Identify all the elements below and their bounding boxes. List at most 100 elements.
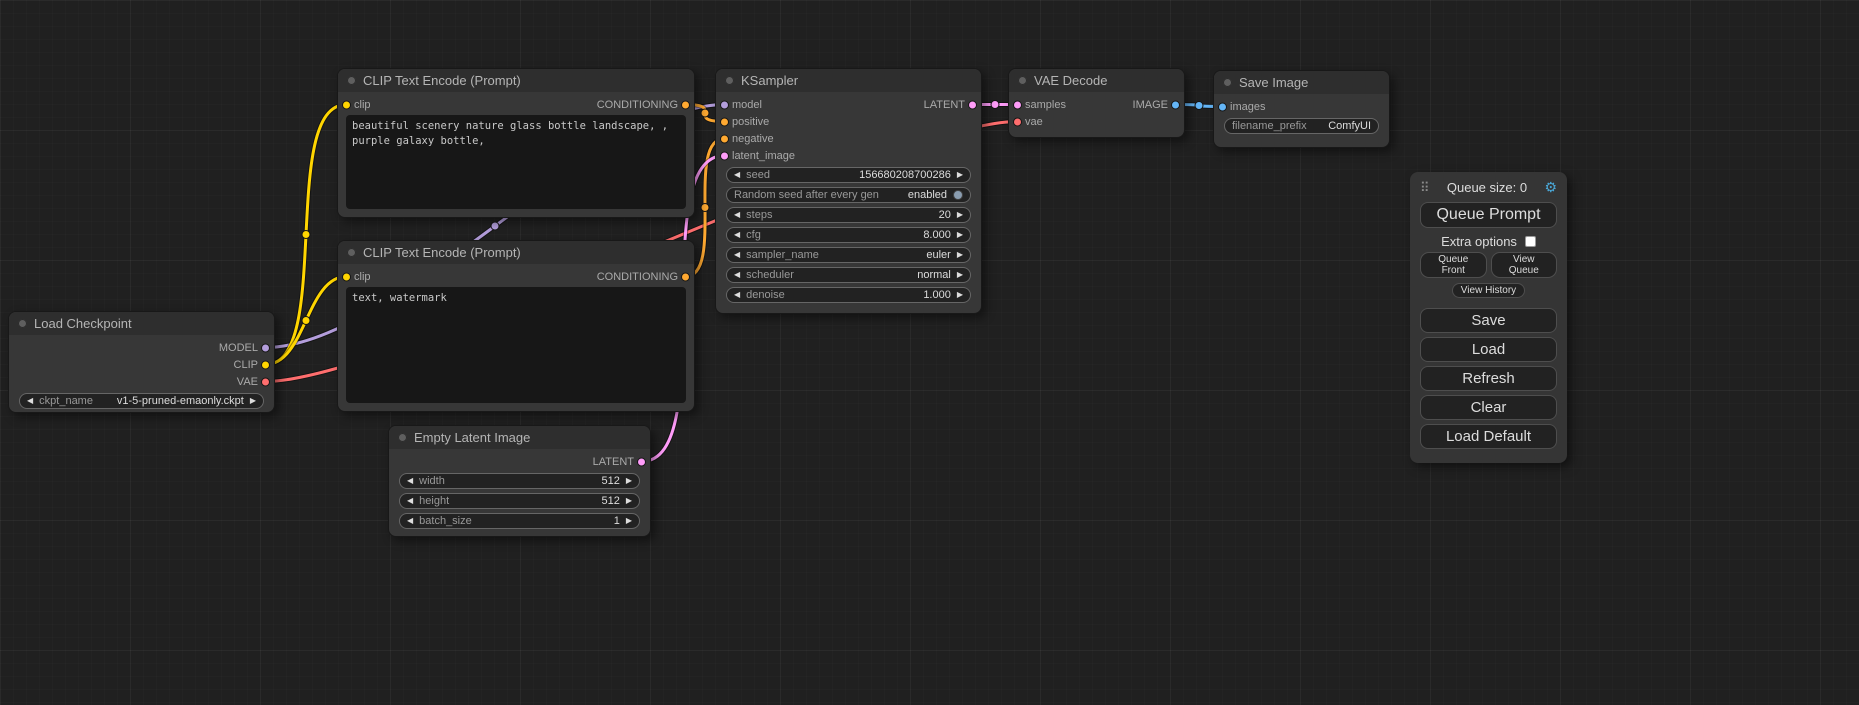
increment-arrow-icon[interactable]: ▶	[957, 211, 963, 219]
node-status-dot	[1018, 76, 1027, 85]
widget-value: 512	[601, 475, 619, 487]
node-title-bar[interactable]: CLIP Text Encode (Prompt)	[338, 69, 694, 92]
output-port-latent[interactable]	[637, 457, 646, 466]
node-vae-decode[interactable]: VAE Decode samples IMAGE vae	[1008, 68, 1185, 138]
widget-random-seed-toggle[interactable]: Random seed after every gen enabled	[726, 187, 971, 203]
save-button[interactable]: Save	[1420, 308, 1557, 333]
extra-options-row: Extra options	[1420, 234, 1557, 249]
node-title-bar[interactable]: CLIP Text Encode (Prompt)	[338, 241, 694, 264]
increment-arrow-icon[interactable]: ▶	[626, 497, 632, 505]
settings-gear-icon[interactable]: ⚙	[1544, 179, 1557, 196]
input-port-model[interactable]	[720, 100, 729, 109]
decrement-arrow-icon[interactable]: ◀	[734, 211, 740, 219]
output-port-latent[interactable]	[968, 100, 977, 109]
node-clip-text-encode-negative[interactable]: CLIP Text Encode (Prompt) clip CONDITION…	[337, 240, 695, 412]
decrement-arrow-icon[interactable]: ◀	[734, 231, 740, 239]
increment-arrow-icon[interactable]: ▶	[626, 477, 632, 485]
decrement-arrow-icon[interactable]: ◀	[734, 251, 740, 259]
widget-value: 1.000	[923, 289, 951, 301]
widget-label: cfg	[746, 229, 761, 241]
clear-button[interactable]: Clear	[1420, 395, 1557, 420]
view-queue-button[interactable]: View Queue	[1491, 252, 1558, 278]
widget-label: steps	[746, 209, 772, 221]
decrement-arrow-icon[interactable]: ◀	[734, 291, 740, 299]
decrement-arrow-icon[interactable]: ◀	[407, 497, 413, 505]
queue-front-button[interactable]: Queue Front	[1420, 252, 1487, 278]
decrement-arrow-icon[interactable]: ◀	[734, 271, 740, 279]
decrement-arrow-icon[interactable]: ◀	[27, 397, 33, 405]
input-port-clip[interactable]	[342, 100, 351, 109]
output-port-clip[interactable]	[261, 360, 270, 369]
node-title-bar[interactable]: Save Image	[1214, 71, 1389, 94]
widget-cfg[interactable]: ◀ cfg 8.000 ▶	[726, 227, 971, 243]
toggle-knob[interactable]	[953, 190, 963, 200]
input-port-negative[interactable]	[720, 134, 729, 143]
node-save-image[interactable]: Save Image images filename_prefix ComfyU…	[1213, 70, 1390, 148]
node-empty-latent-image[interactable]: Empty Latent Image LATENT ◀ width 512 ▶ …	[388, 425, 651, 537]
load-default-button[interactable]: Load Default	[1420, 424, 1557, 449]
increment-arrow-icon[interactable]: ▶	[250, 397, 256, 405]
increment-arrow-icon[interactable]: ▶	[626, 517, 632, 525]
input-port-vae[interactable]	[1013, 117, 1022, 126]
widget-scheduler[interactable]: ◀ scheduler normal ▶	[726, 267, 971, 283]
refresh-button[interactable]: Refresh	[1420, 366, 1557, 391]
port-row: vae	[1009, 113, 1184, 130]
input-port-images[interactable]	[1218, 102, 1227, 111]
node-title-bar[interactable]: Load Checkpoint	[9, 312, 274, 335]
node-title-bar[interactable]: VAE Decode	[1009, 69, 1184, 92]
node-clip-text-encode-positive[interactable]: CLIP Text Encode (Prompt) clip CONDITION…	[337, 68, 695, 218]
widget-value: 20	[939, 209, 951, 221]
node-status-dot	[347, 248, 356, 257]
increment-arrow-icon[interactable]: ▶	[957, 271, 963, 279]
prompt-text-input[interactable]: beautiful scenery nature glass bottle la…	[346, 115, 686, 209]
output-port-conditioning[interactable]	[681, 272, 690, 281]
queue-prompt-button[interactable]: Queue Prompt	[1420, 202, 1557, 228]
node-title-bar[interactable]: Empty Latent Image	[389, 426, 650, 449]
drag-handle-icon[interactable]: ⠿	[1420, 180, 1430, 196]
output-port-vae[interactable]	[261, 377, 270, 386]
port-row: LATENT	[389, 453, 650, 470]
widget-label: filename_prefix	[1232, 120, 1307, 132]
widget-steps[interactable]: ◀ steps 20 ▶	[726, 207, 971, 223]
load-button[interactable]: Load	[1420, 337, 1557, 362]
widget-width[interactable]: ◀ width 512 ▶	[399, 473, 640, 489]
input-port-latent-image[interactable]	[720, 151, 729, 160]
widget-filename-prefix[interactable]: filename_prefix ComfyUI	[1224, 118, 1379, 134]
increment-arrow-icon[interactable]: ▶	[957, 171, 963, 179]
widget-seed[interactable]: ◀ seed 156680208700286 ▶	[726, 167, 971, 183]
prompt-text-input[interactable]: text, watermark	[346, 287, 686, 403]
node-ksampler[interactable]: KSampler model LATENT positive negative …	[715, 68, 982, 314]
ports-section: model LATENT positive negative latent_im…	[716, 92, 981, 164]
widgets-section: ◀ width 512 ▶ ◀ height 512 ▶ ◀ batch_siz…	[389, 470, 650, 533]
input-port-samples[interactable]	[1013, 100, 1022, 109]
output-port-model[interactable]	[261, 343, 270, 352]
input-port-clip[interactable]	[342, 272, 351, 281]
widget-batch-size[interactable]: ◀ batch_size 1 ▶	[399, 513, 640, 529]
increment-arrow-icon[interactable]: ▶	[957, 251, 963, 259]
increment-arrow-icon[interactable]: ▶	[957, 291, 963, 299]
node-load-checkpoint[interactable]: Load Checkpoint MODEL CLIP VAE ◀ ckpt_na…	[8, 311, 275, 413]
input-port-positive[interactable]	[720, 117, 729, 126]
widget-denoise[interactable]: ◀ denoise 1.000 ▶	[726, 287, 971, 303]
port-row: VAE	[9, 373, 274, 390]
view-history-button[interactable]: View History	[1452, 283, 1525, 298]
output-port-conditioning[interactable]	[681, 100, 690, 109]
node-status-dot	[398, 433, 407, 442]
input-label-vae: vae	[1025, 116, 1043, 128]
queue-menu-panel: ⠿ Queue size: 0 ⚙ Queue Prompt Extra opt…	[1410, 172, 1567, 463]
increment-arrow-icon[interactable]: ▶	[957, 231, 963, 239]
decrement-arrow-icon[interactable]: ◀	[407, 477, 413, 485]
output-label-conditioning: CONDITIONING	[597, 271, 678, 283]
node-title-bar[interactable]: KSampler	[716, 69, 981, 92]
extra-options-checkbox[interactable]	[1525, 236, 1536, 247]
port-row: MODEL	[9, 339, 274, 356]
widget-height[interactable]: ◀ height 512 ▶	[399, 493, 640, 509]
node-graph-canvas[interactable]: Load Checkpoint MODEL CLIP VAE ◀ ckpt_na…	[0, 0, 1859, 705]
decrement-arrow-icon[interactable]: ◀	[407, 517, 413, 525]
output-label-conditioning: CONDITIONING	[597, 99, 678, 111]
widget-ckpt-name[interactable]: ◀ ckpt_name v1-5-pruned-emaonly.ckpt ▶	[19, 393, 264, 409]
decrement-arrow-icon[interactable]: ◀	[734, 171, 740, 179]
widget-sampler-name[interactable]: ◀ sampler_name euler ▶	[726, 247, 971, 263]
output-port-image[interactable]	[1171, 100, 1180, 109]
widgets-section: ◀ ckpt_name v1-5-pruned-emaonly.ckpt ▶	[9, 390, 274, 413]
